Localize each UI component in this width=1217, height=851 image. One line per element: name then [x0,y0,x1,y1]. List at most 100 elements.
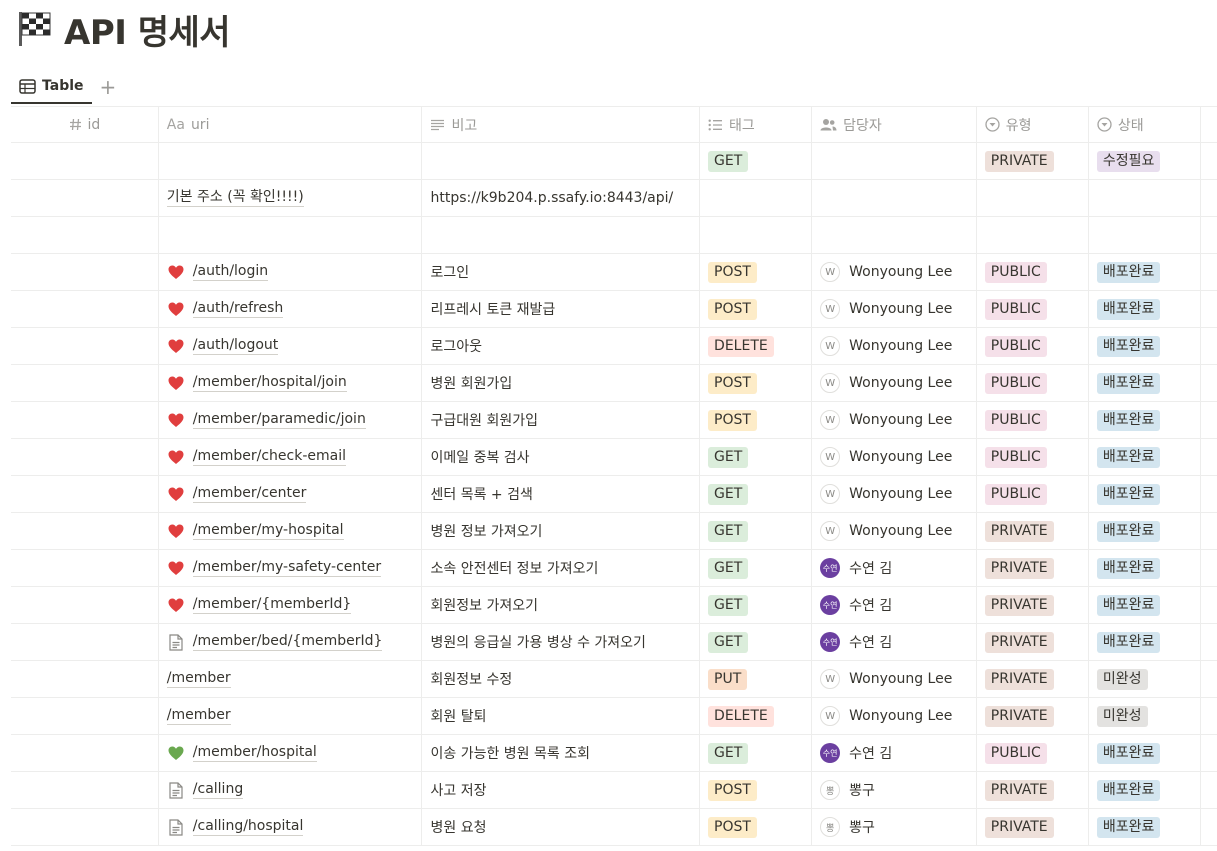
cell-status[interactable]: 배포완료 [1089,550,1201,586]
cell-type[interactable]: PUBLIC [977,402,1089,438]
cell-assignee[interactable] [812,143,977,179]
cell-assignee[interactable]: W Wonyoung Lee [812,476,977,512]
cell-status[interactable]: 배포완료 [1089,809,1201,845]
cell-id[interactable] [11,217,159,253]
cell-note[interactable]: 사고 저장 [422,772,701,808]
row-uri-link[interactable]: /auth/logout [192,337,279,355]
row-uri-link[interactable]: 기본 주소 (꼭 확인!!!!) [166,189,304,207]
cell-assignee[interactable]: 수연 수연 김 [812,550,977,586]
cell-note[interactable]: 이송 가능한 병원 목록 조회 [422,735,701,771]
cell-assignee[interactable]: W Wonyoung Lee [812,402,977,438]
column-header-tag[interactable]: 태그 [700,107,813,142]
cell-id[interactable] [11,180,159,216]
row-uri-link[interactable]: /member/check-email [192,448,347,466]
cell-id[interactable] [11,143,159,179]
cell-assignee[interactable]: W Wonyoung Lee [812,439,977,475]
row-uri-link[interactable]: /member [166,670,231,688]
cell-id[interactable] [11,661,159,697]
cell-status[interactable]: 배포완료 [1089,587,1201,623]
cell-tag[interactable]: GET [700,735,813,771]
cell-assignee[interactable]: W Wonyoung Lee [812,513,977,549]
cell-uri[interactable]: 기본 주소 (꼭 확인!!!!) [159,180,423,216]
cell-assignee[interactable]: 수연 수연 김 [812,624,977,660]
cell-uri[interactable]: /member [159,698,423,734]
cell-status[interactable]: 수정필요 [1089,143,1201,179]
cell-tag[interactable]: POST [700,291,813,327]
cell-note[interactable] [422,143,701,179]
cell-tag[interactable]: POST [700,365,813,401]
cell-uri[interactable]: /member/hospital [159,735,423,771]
cell-type[interactable]: PRIVATE [977,809,1089,845]
cell-uri[interactable]: /calling [159,772,423,808]
cell-note[interactable]: 센터 목록 + 검색 [422,476,701,512]
row-uri-link[interactable]: /calling [192,781,244,799]
cell-id[interactable] [11,587,159,623]
column-header-id[interactable]: id [11,107,159,142]
cell-assignee[interactable]: W Wonyoung Lee [812,661,977,697]
cell-status[interactable] [1089,180,1201,216]
cell-type[interactable]: PRIVATE [977,661,1089,697]
cell-note[interactable]: 이메일 중복 검사 [422,439,701,475]
cell-uri[interactable]: /member/center [159,476,423,512]
cell-assignee[interactable] [812,217,977,253]
cell-note[interactable]: https://k9b204.p.ssafy.io:8443/api/ [422,180,701,216]
cell-uri[interactable]: /member/{memberId} [159,587,423,623]
cell-assignee[interactable]: W Wonyoung Lee [812,291,977,327]
cell-uri[interactable]: /auth/login [159,254,423,290]
cell-status[interactable] [1089,217,1201,253]
cell-type[interactable]: PUBLIC [977,365,1089,401]
cell-uri[interactable]: /auth/refresh [159,291,423,327]
cell-assignee[interactable]: 수연 수연 김 [812,587,977,623]
cell-status[interactable]: 배포완료 [1089,735,1201,771]
column-header-status[interactable]: 상태 [1089,107,1201,142]
cell-note[interactable]: 병원의 응급실 가용 병상 수 가져오기 [422,624,701,660]
cell-id[interactable] [11,402,159,438]
cell-assignee[interactable]: 뽕 뽕구 [812,772,977,808]
cell-type[interactable]: PUBLIC [977,291,1089,327]
row-uri-link[interactable]: /member/center [192,485,307,503]
cell-status[interactable]: 미완성 [1089,698,1201,734]
cell-tag[interactable]: GET [700,513,813,549]
cell-uri[interactable]: /member/paramedic/join [159,402,423,438]
cell-tag[interactable]: DELETE [700,328,813,364]
cell-type[interactable]: PUBLIC [977,439,1089,475]
cell-id[interactable] [11,291,159,327]
cell-note[interactable] [422,217,701,253]
cell-uri[interactable]: /calling/hospital [159,809,423,845]
cell-type[interactable]: PUBLIC [977,476,1089,512]
cell-status[interactable]: 배포완료 [1089,254,1201,290]
cell-status[interactable]: 배포완료 [1089,402,1201,438]
cell-assignee[interactable]: W Wonyoung Lee [812,698,977,734]
row-uri-link[interactable]: /member [166,707,231,725]
cell-tag[interactable]: GET [700,587,813,623]
cell-type[interactable]: PRIVATE [977,550,1089,586]
cell-tag[interactable]: GET [700,143,813,179]
column-header-assignee[interactable]: 담당자 [812,107,977,142]
cell-status[interactable]: 배포완료 [1089,291,1201,327]
cell-note[interactable]: 로그인 [422,254,701,290]
cell-id[interactable] [11,735,159,771]
cell-assignee[interactable]: 뽕 뽕구 [812,809,977,845]
cell-assignee[interactable]: 수연 수연 김 [812,735,977,771]
cell-id[interactable] [11,772,159,808]
cell-tag[interactable] [700,217,813,253]
cell-type[interactable] [977,217,1089,253]
row-uri-link[interactable]: /member/paramedic/join [192,411,366,429]
cell-type[interactable] [977,180,1089,216]
cell-type[interactable]: PRIVATE [977,587,1089,623]
cell-note[interactable]: 소속 안전센터 정보 가져오기 [422,550,701,586]
cell-id[interactable] [11,365,159,401]
cell-note[interactable]: 병원 정보 가져오기 [422,513,701,549]
cell-tag[interactable] [700,180,813,216]
cell-tag[interactable]: DELETE [700,698,813,734]
row-uri-link[interactable]: /member/hospital/join [192,374,347,392]
cell-uri[interactable]: /auth/logout [159,328,423,364]
cell-id[interactable] [11,809,159,845]
cell-uri[interactable] [159,217,423,253]
row-uri-link[interactable]: /calling/hospital [192,818,304,836]
cell-note[interactable]: 회원 탈퇴 [422,698,701,734]
row-uri-link[interactable]: /member/my-safety-center [192,559,382,577]
cell-type[interactable]: PRIVATE [977,624,1089,660]
cell-tag[interactable]: POST [700,772,813,808]
cell-id[interactable] [11,513,159,549]
